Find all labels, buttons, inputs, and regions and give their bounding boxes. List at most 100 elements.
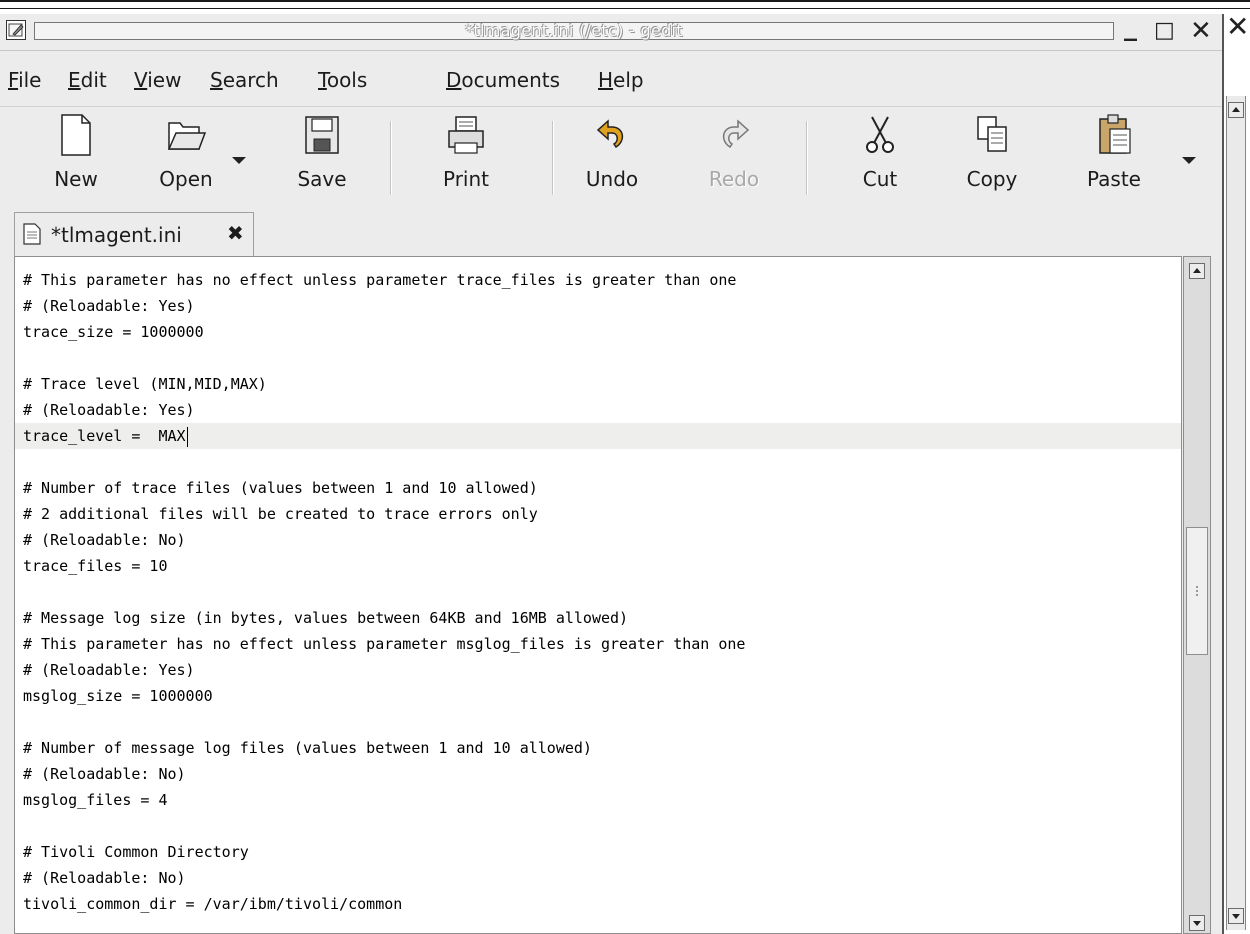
window-title-field: *tlmagent.ini (/etc) - gedit <box>34 21 1114 40</box>
code-line[interactable]: # (Reloadable: No) <box>23 761 186 787</box>
title-bar[interactable]: *tlmagent.ini (/etc) - gedit _ □ ✕ <box>0 12 1222 51</box>
menu-tools-mnemonic: T <box>318 68 327 92</box>
app-icon[interactable] <box>6 20 26 40</box>
menu-view[interactable]: View <box>134 68 181 92</box>
code-line[interactable]: trace_files = 10 <box>23 553 168 579</box>
menu-help[interactable]: Help <box>598 68 644 92</box>
menu-edit[interactable]: Edit <box>68 68 107 92</box>
undo-button-label: Undo <box>585 167 639 191</box>
code-line[interactable]: msglog_size = 1000000 <box>23 683 213 709</box>
code-line-text: msglog_files = 4 <box>23 791 168 809</box>
grip-dot <box>1196 590 1198 592</box>
code-line-text: # Message log size (in bytes, values bet… <box>23 609 629 627</box>
code-line[interactable]: # 2 additional files will be created to … <box>23 501 538 527</box>
paste-button[interactable]: Paste <box>1064 113 1164 191</box>
toolbar-separator <box>552 121 554 195</box>
text-caret <box>186 426 188 447</box>
menu-file[interactable]: File <box>8 68 41 92</box>
printer-icon <box>446 113 486 157</box>
code-line[interactable]: # (Reloadable: No) <box>23 527 186 553</box>
cut-button[interactable]: Cut <box>830 113 930 191</box>
new-button[interactable]: New <box>26 113 126 191</box>
outer-scroll-down-arrow-icon[interactable] <box>1228 908 1244 924</box>
folder-open-icon <box>166 113 207 157</box>
code-line-text: # This parameter has no effect unless pa… <box>23 635 746 653</box>
code-line[interactable]: # (Reloadable: No) <box>23 865 186 891</box>
print-button-label: Print <box>442 167 489 191</box>
outer-vertical-scrollbar[interactable] <box>1226 96 1246 930</box>
toolbar-overflow-icon[interactable] <box>1182 157 1196 164</box>
code-line[interactable]: # This parameter has no effect unless pa… <box>23 267 736 293</box>
window-title: *tlmagent.ini (/etc) - gedit <box>465 21 683 40</box>
menu-documents[interactable]: Documents <box>446 68 560 92</box>
open-recent-dropdown-icon[interactable] <box>232 157 246 164</box>
code-line[interactable]: trace_size = 1000000 <box>23 319 204 345</box>
menu-search-label: earch <box>222 68 279 92</box>
code-line-text: trace_level = MAX <box>23 427 186 445</box>
grip-dot <box>1196 594 1198 596</box>
redo-icon <box>714 113 754 157</box>
code-line-text: # This parameter has no effect unless pa… <box>23 271 737 289</box>
editor-vertical-scrollbar[interactable] <box>1183 256 1211 934</box>
copy-button[interactable]: Copy <box>942 113 1042 191</box>
code-line[interactable]: # Message log size (in bytes, values bet… <box>23 605 628 631</box>
copy-button-label: Copy <box>966 167 1018 191</box>
code-line[interactable]: # This parameter has no effect unless pa… <box>23 631 745 657</box>
text-editor[interactable]: # This parameter has no effect unless pa… <box>14 256 1182 934</box>
scrollbar-thumb[interactable] <box>1186 527 1208 655</box>
menu-search[interactable]: Search <box>210 68 279 92</box>
undo-button[interactable]: Undo <box>562 113 662 191</box>
code-line[interactable]: msglog_files = 4 <box>23 787 168 813</box>
code-line[interactable]: # (Reloadable: Yes) <box>23 397 195 423</box>
new-button-label: New <box>54 167 98 191</box>
save-button-label: Save <box>297 167 347 191</box>
code-line-text: # Number of message log files (values be… <box>23 739 592 757</box>
save-button[interactable]: Save <box>272 113 372 191</box>
code-line-text: # Number of trace files (values between … <box>23 479 538 497</box>
code-line-text: trace_files = 10 <box>23 557 168 575</box>
print-button[interactable]: Print <box>416 113 516 191</box>
open-button-label: Open <box>159 167 213 191</box>
maximize-button[interactable]: □ <box>1154 16 1175 46</box>
copy-icon <box>972 113 1012 157</box>
menu-edit-label: dit <box>80 68 107 92</box>
close-button[interactable]: ✕ <box>1190 16 1212 46</box>
code-line[interactable]: # (Reloadable: Yes) <box>23 293 195 319</box>
document-tabs: *tlmagent.ini ✖ <box>0 206 1222 256</box>
menu-file-mnemonic: F <box>8 68 19 92</box>
outer-close-icon[interactable]: ✕ <box>1226 12 1249 42</box>
code-line-text: # 2 additional files will be created to … <box>23 505 538 523</box>
undo-icon <box>592 113 632 157</box>
code-line[interactable]: trace_level = MAX <box>23 423 188 449</box>
outer-scroll-up-arrow-icon[interactable] <box>1228 102 1244 118</box>
paste-button-label: Paste <box>1087 167 1141 191</box>
code-line-text: trace_size = 1000000 <box>23 323 204 341</box>
cut-button-label: Cut <box>862 167 898 191</box>
scroll-up-arrow-icon[interactable] <box>1189 263 1205 279</box>
menu-tools[interactable]: Tools <box>318 68 367 92</box>
code-line-text: # Tivoli Common Directory <box>23 843 249 861</box>
menu-view-mnemonic: V <box>134 68 148 92</box>
scroll-down-arrow-icon[interactable] <box>1189 915 1205 931</box>
redo-button-label: Redo <box>708 167 760 191</box>
grip-dot <box>1196 586 1198 588</box>
tab-close-icon[interactable]: ✖ <box>227 221 244 245</box>
gedit-window: *tlmagent.ini (/etc) - gedit _ □ ✕ File … <box>0 12 1224 934</box>
code-line-text: msglog_size = 1000000 <box>23 687 213 705</box>
code-line[interactable]: # Trace level (MIN,MID,MAX) <box>23 371 267 397</box>
code-line-text: tivoli_common_dir = /var/ibm/tivoli/comm… <box>23 895 403 913</box>
menu-bar: File Edit View Search Tools Documents He… <box>0 62 1222 96</box>
code-line[interactable]: # (Reloadable: Yes) <box>23 657 195 683</box>
tab-tlmagent-ini[interactable]: *tlmagent.ini ✖ <box>14 212 254 256</box>
code-line[interactable]: # Number of trace files (values between … <box>23 475 538 501</box>
code-line[interactable]: tivoli_common_dir = /var/ibm/tivoli/comm… <box>23 891 402 917</box>
code-line[interactable]: # Tivoli Common Directory <box>23 839 249 865</box>
open-button[interactable]: Open <box>136 113 236 191</box>
menu-help-label: elp <box>613 68 644 92</box>
code-line-text: # (Reloadable: No) <box>23 765 186 783</box>
minimize-button[interactable]: _ <box>1124 12 1137 42</box>
redo-button[interactable]: Redo <box>684 113 784 191</box>
code-line-text: # (Reloadable: No) <box>23 531 186 549</box>
code-line[interactable]: # Number of message log files (values be… <box>23 735 592 761</box>
menu-documents-mnemonic: D <box>446 68 462 92</box>
